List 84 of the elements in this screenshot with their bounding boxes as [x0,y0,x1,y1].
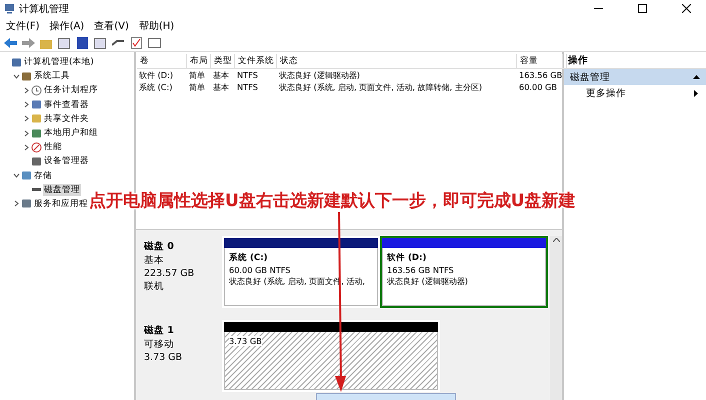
triangle-right-icon [694,90,698,96]
chevron-right-icon[interactable] [22,86,30,94]
partition-size: 60.00 GB NTFS [229,265,290,275]
chevron-right-icon[interactable] [22,144,30,151]
partition-status: 状态良好 (逻辑驱动器) [387,276,468,287]
tree-item[interactable]: 性能 [43,141,63,154]
tree-item[interactable]: 事件查看器 [43,98,90,111]
column-header[interactable]: 状态 [277,54,517,69]
tree-item[interactable]: 服务和应用程 [33,198,89,210]
actions-section[interactable]: 磁盘管理 [564,69,706,85]
table-cell-text: NTFS [236,81,259,93]
partition-size: 3.73 GB [229,336,262,346]
forward-button[interactable] [21,36,35,50]
partition[interactable]: 软件 (D:) 163.56 GB NTFS 状态良好 (逻辑驱动器) [380,236,548,308]
partition-name: 软件 (D:) [387,252,428,264]
maximize-icon [638,4,646,13]
table-cell-text: 状态良好 (逻辑驱动器) [278,69,361,81]
disk-size: 3.73 GB [144,352,184,363]
arrow-left-icon [4,38,16,48]
window-icon [94,38,106,48]
window-icon [58,38,70,48]
table-cell-text: 状态良好 (系统, 启动, 页面文件, 活动, 故障转储, 主分区) [278,81,484,93]
table-cell-text: 163.56 GB [518,69,563,81]
disk-name: 磁盘 0 [144,240,175,253]
annotation-text: 点开电脑属性选择U盘右击选新建默认下一步，即可完成U盘新建 [89,190,576,212]
properties-button[interactable] [147,36,161,50]
partition-size: 163.56 GB NTFS [387,265,454,275]
table-cell-text: 简单 [188,81,206,93]
back-button[interactable] [3,36,17,50]
checklist-icon [130,37,142,49]
chevron-down-icon[interactable] [12,72,20,80]
tree-item[interactable]: 设备管理器 [43,155,90,168]
folder-icon [40,38,52,48]
tree-item[interactable]: 系统工具 [33,70,71,82]
pane-button[interactable] [57,36,71,50]
tree-item[interactable]: 本地用户和组 [43,127,99,140]
table-cell-text: 基本 [212,81,230,93]
disk-name: 磁盘 1 [144,324,175,337]
arrow-down-icon [333,212,347,392]
column-header[interactable]: 类型 [211,54,235,69]
window-title: 计算机管理 [19,2,70,16]
chevron-right-icon[interactable] [12,200,20,208]
tree-item[interactable]: 任务计划程序 [43,84,99,96]
menu-item[interactable]: 操作(A) [50,19,84,33]
table-cell-text: 60.00 GB [518,81,558,93]
pane-button[interactable] [93,36,107,50]
table-cell-text: NTFS [236,69,259,81]
disk-status: 联机 [144,280,165,293]
chevron-down-icon[interactable] [12,172,20,180]
disk-type: 基本 [144,254,165,267]
column-header[interactable]: 卷 [137,54,187,69]
column-header[interactable]: 布局 [187,54,211,69]
folder-icon [31,113,42,124]
help-button[interactable] [75,36,89,50]
menu-item[interactable]: 帮助(H) [138,19,174,33]
chevron-right-icon[interactable] [22,101,30,108]
scrollbar[interactable] [550,236,562,400]
disk-type: 可移动 [144,338,175,351]
check-button[interactable] [129,36,143,50]
disk-size: 223.57 GB [144,268,196,279]
column-header[interactable]: 文件系统 [235,54,277,69]
close-icon [682,4,690,13]
minimize-icon [594,8,602,9]
action-item[interactable]: 更多操作 [564,85,706,101]
table-cell-text: 基本 [212,69,230,81]
arrow-right-icon [22,38,34,48]
tree-item[interactable]: 存储 [33,170,53,182]
table-cell-text: 软件 (D:) [138,69,174,81]
menu-item[interactable]: 查看(V) [94,19,129,33]
partition[interactable]: 3.73 GB [222,320,440,392]
caret-up-icon [552,238,560,242]
tree-item[interactable]: 计算机管理(本地) [23,56,95,68]
menu-item[interactable]: 文件(F) [6,19,40,33]
table-cell-text: 系统 (C:) [138,81,174,93]
clock-icon [31,84,42,96]
chevron-right-icon[interactable] [22,115,30,122]
column-header[interactable]: 容量 [517,54,563,69]
tree-item[interactable]: 磁盘管理 [43,184,81,196]
chevron-right-icon[interactable] [22,130,30,137]
tree-item[interactable]: 共享文件夹 [43,112,90,125]
panel-icon [148,38,160,48]
triangle-up-icon [693,75,700,79]
partition-name: 系统 (C:) [229,252,269,264]
table-cell-text: 简单 [188,69,206,81]
